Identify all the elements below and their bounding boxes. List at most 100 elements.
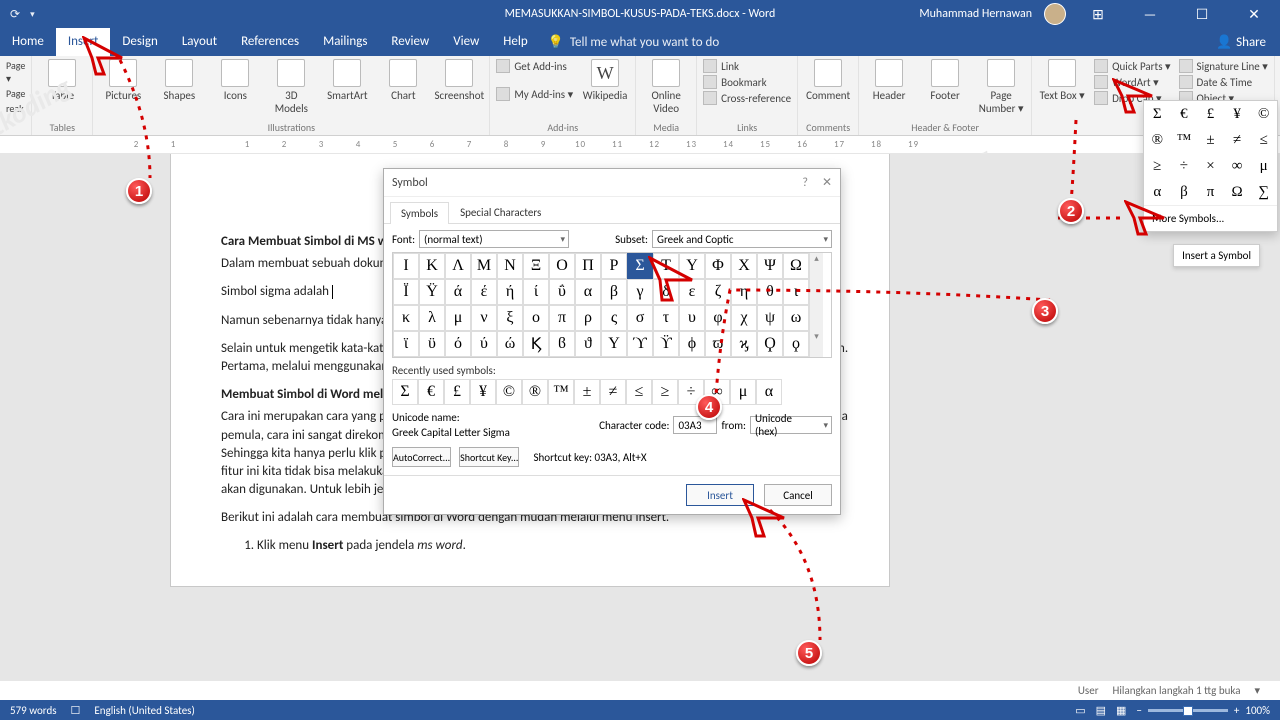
online-video[interactable]: Online Video [642,59,690,115]
symbol-cell[interactable]: Ω [783,253,809,279]
recent-symbol[interactable]: ≤ [626,379,652,405]
recent-symbol[interactable]: £ [444,379,470,405]
panel-symbol[interactable]: ™ [1171,127,1198,153]
panel-symbol[interactable]: β [1171,179,1198,205]
cross-ref-button[interactable]: Cross-reference [703,91,791,105]
symbol-cell[interactable]: ϙ [783,331,809,357]
recent-symbol[interactable]: Σ [392,379,418,405]
dialog-close[interactable]: ✕ [822,175,832,190]
view-icon[interactable]: ▭ [1075,704,1085,717]
bookmark-button[interactable]: Bookmark [703,75,791,89]
tab-symbols[interactable]: Symbols [390,202,449,224]
symbol-cell[interactable]: δ [653,279,679,305]
symbol-cell[interactable]: ί [523,279,549,305]
smartart-button[interactable]: SmartArt [323,59,371,102]
panel-symbol[interactable]: × [1197,153,1224,179]
minimize-button[interactable]: — [1130,6,1170,23]
symbol-cell[interactable]: Τ [653,253,679,279]
blank-page[interactable]: Page [6,87,25,100]
signature-line[interactable]: Signature Line ▾ [1179,59,1268,73]
symbol-cell[interactable]: Κ [419,253,445,279]
symbol-cell[interactable]: ΰ [549,279,575,305]
symbol-cell[interactable]: σ [627,305,653,331]
dialog-help[interactable]: ? [802,176,808,190]
from-combo[interactable]: Unicode (hex) [750,416,832,434]
symbol-cell[interactable]: ϕ [679,331,705,357]
symbol-cell[interactable]: ϖ [705,331,731,357]
panel-symbol[interactable]: Ω [1224,179,1251,205]
symbol-cell[interactable]: χ [731,305,757,331]
spellcheck-icon[interactable]: ☐ [71,704,81,717]
tab-layout[interactable]: Layout [170,28,229,56]
symbol-cell[interactable]: Υ [601,331,627,357]
symbol-cell[interactable]: υ [679,305,705,331]
symbol-cell[interactable]: γ [627,279,653,305]
symbol-cell[interactable]: Ν [497,253,523,279]
recent-symbol[interactable]: ™ [548,379,574,405]
word-count[interactable]: 579 words [10,704,57,717]
symbol-cell[interactable]: Ψ [757,253,783,279]
subset-combo[interactable]: Greek and Coptic [652,230,832,248]
my-addins[interactable]: My Add-ins ▾ [496,87,573,101]
char-code-input[interactable]: 03A3 [673,416,717,434]
symbol-cell[interactable]: λ [419,305,445,331]
panel-symbol[interactable]: ¥ [1224,101,1251,127]
autosave-icon[interactable]: ⟳ [10,7,20,22]
chart-button[interactable]: Chart [379,59,427,102]
recent-symbol[interactable]: ® [522,379,548,405]
panel-symbol[interactable]: ≠ [1224,127,1251,153]
panel-symbol[interactable]: € [1171,101,1198,127]
tab-design[interactable]: Design [110,28,169,56]
symbol-cell[interactable]: έ [471,279,497,305]
chevron-down-icon[interactable]: ▾ [1254,684,1260,697]
tab-insert[interactable]: Insert [56,28,111,56]
symbol-cell[interactable]: ς [601,305,627,331]
font-combo[interactable]: (normal text) [419,230,569,248]
symbol-cell[interactable]: φ [705,305,731,331]
panel-symbol[interactable]: ≤ [1250,127,1277,153]
more-symbols[interactable]: More Symbols... [1144,205,1277,231]
header-button[interactable]: Header [865,59,913,102]
avatar[interactable] [1044,3,1066,25]
view-icon[interactable]: ▤ [1096,704,1106,717]
symbol-cell[interactable]: Ϊ [393,279,419,305]
wordart[interactable]: WordArt ▾ [1094,75,1170,89]
panel-symbol[interactable]: ∑ [1250,179,1277,205]
symbol-cell[interactable]: ϋ [419,331,445,357]
scrollbar[interactable]: ▾ [809,331,823,357]
symbol-cell[interactable]: Ϙ [757,331,783,357]
user-name[interactable]: Muhammad Hernawan [919,7,1032,21]
date-time[interactable]: Date & Time [1179,75,1268,89]
symbol-cell[interactable]: Ι [393,253,419,279]
zoom-value[interactable]: 100% [1245,704,1270,717]
quick-parts[interactable]: Quick Parts ▾ [1094,59,1170,73]
recent-symbol[interactable]: ÷ [678,379,704,405]
scrollbar[interactable]: ▴ [809,253,823,279]
ribbon-display[interactable]: ⊞ [1078,6,1118,23]
recent-symbol[interactable]: α [756,379,782,405]
symbol-cell[interactable]: Φ [705,253,731,279]
symbol-cell[interactable]: Ρ [601,253,627,279]
symbol-cell[interactable]: Ξ [523,253,549,279]
symbol-cell[interactable]: ύ [471,331,497,357]
symbol-cell[interactable]: ϊ [393,331,419,357]
share-button[interactable]: 👤 Share [1216,35,1280,50]
symbol-cell[interactable]: Λ [445,253,471,279]
recent-symbol[interactable]: © [496,379,522,405]
scrollbar[interactable] [809,279,823,305]
table-button[interactable]: Table [38,59,86,102]
autocorrect-button[interactable]: AutoCorrect... [392,447,451,467]
tab-mailings[interactable]: Mailings [311,28,379,56]
panel-symbol[interactable]: π [1197,179,1224,205]
panel-symbol[interactable]: ÷ [1171,153,1198,179]
symbol-cell[interactable]: α [575,279,601,305]
symbol-cell[interactable]: Ϗ [523,331,549,357]
3d-models-button[interactable]: 3D Models [267,59,315,115]
page-break[interactable]: reak [6,102,25,115]
symbol-cell[interactable]: ι [783,279,809,305]
text-box-button[interactable]: Text Box ▾ [1038,59,1086,102]
zoom-control[interactable]: −+ 100% [1136,704,1270,717]
panel-symbol[interactable]: ≥ [1144,153,1171,179]
symbol-cell[interactable]: ω [783,305,809,331]
get-addins[interactable]: Get Add-ins [496,59,573,73]
